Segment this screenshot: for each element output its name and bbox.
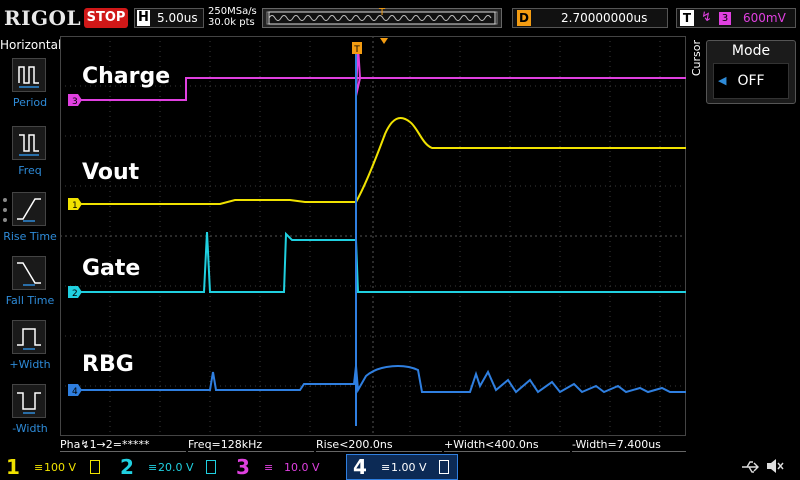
- trigger-source: 3: [719, 12, 731, 25]
- label-rbg: RBG: [82, 352, 134, 377]
- measurement-plus-width[interactable]: +Width<400.0ns: [444, 438, 570, 452]
- sample-rate: 250MSa/s: [208, 6, 257, 17]
- run-stop-button[interactable]: STOP: [84, 8, 128, 28]
- label-vout: Vout: [82, 160, 140, 185]
- measurement-phase[interactable]: Pha↯1→2=*****: [60, 438, 186, 452]
- menu-item-freq-label: Freq: [18, 164, 42, 177]
- label-charge: Charge: [82, 64, 171, 89]
- channel-2-bw-icon: [206, 460, 216, 474]
- menu-item-fall-time[interactable]: Fall Time: [0, 254, 60, 316]
- svg-text:4: 4: [72, 387, 78, 397]
- graticule-center: [60, 36, 686, 436]
- menu-item-plus-width-label: +Width: [9, 358, 51, 371]
- menu-item-minus-width-label: -Width: [12, 422, 48, 435]
- trace-ch4-rbg: [74, 365, 686, 394]
- trace-ch1-vout: [74, 117, 686, 205]
- measurement-freq[interactable]: Freq=128kHz: [188, 438, 314, 452]
- menu-item-minus-width[interactable]: -Width: [0, 382, 60, 444]
- svg-text:1: 1: [72, 201, 78, 211]
- acquisition-info: 250MSa/s 30.0k pts: [208, 6, 257, 28]
- rise-time-icon: [12, 192, 46, 226]
- cursor-mode-title: Mode: [731, 43, 771, 59]
- minus-width-icon: [12, 384, 46, 418]
- fall-time-icon: [12, 256, 46, 290]
- channel-1-box[interactable]: 1 ≡ 100 V: [0, 454, 112, 480]
- cursor-mode-box[interactable]: Mode ◀ OFF: [706, 40, 796, 104]
- menu-item-period[interactable]: Period: [0, 56, 60, 118]
- speaker-mute-icon[interactable]: [764, 456, 784, 476]
- cursor-mode-value[interactable]: ◀ OFF: [713, 63, 789, 99]
- menu-item-freq[interactable]: Freq: [0, 124, 60, 186]
- trace-ch2-gate: [74, 231, 686, 293]
- channel-2-coupling-icon: ≡: [148, 461, 158, 474]
- delay-value: 2.70000000us: [561, 11, 648, 25]
- svg-text:2: 2: [72, 289, 78, 299]
- ch2-marker[interactable]: 2: [68, 286, 82, 299]
- menu-item-fall-time-label: Fall Time: [5, 294, 55, 307]
- channel-3-number: 3: [236, 455, 250, 479]
- menu-page-dots: [2, 196, 8, 224]
- cursor-side-label: Cursor: [690, 40, 703, 77]
- channel-1-number: 1: [6, 455, 20, 479]
- trigger-position-arrow-icon: [380, 38, 388, 44]
- freq-icon: [12, 126, 46, 160]
- channel-1-coupling-icon: ≡: [34, 461, 44, 474]
- menu-item-period-label: Period: [12, 96, 48, 109]
- delay-box[interactable]: D 2.70000000us: [512, 8, 668, 28]
- period-icon: [12, 58, 46, 92]
- measurement-rise[interactable]: Rise<200.0ns: [316, 438, 442, 452]
- chevron-left-icon: ◀: [718, 74, 727, 87]
- brand-logo: RIGOL: [4, 6, 82, 30]
- ch3-marker[interactable]: 3: [68, 94, 82, 107]
- svg-text:3: 3: [72, 97, 78, 107]
- channel-1-scale: 100 V: [44, 461, 77, 474]
- menu-item-rise-time[interactable]: Rise Time: [0, 190, 60, 252]
- menu-item-rise-time-label: Rise Time: [3, 230, 57, 243]
- channel-4-number: 4: [353, 455, 367, 479]
- delay-label: D: [517, 10, 531, 26]
- memory-overview-bar[interactable]: T: [262, 7, 502, 28]
- channel-3-scale: 10.0 V: [284, 461, 320, 474]
- channel-3-box[interactable]: 3 ≡ 10.0 V: [230, 454, 342, 480]
- trigger-level: 600mV: [743, 11, 786, 25]
- channel-4-coupling-icon: ≡: [381, 461, 391, 474]
- trigger-marker-text: T: [353, 45, 360, 55]
- menu-item-plus-width[interactable]: +Width: [0, 318, 60, 380]
- label-gate: Gate: [82, 256, 141, 281]
- channel-2-scale: 20.0 V: [158, 461, 194, 474]
- trigger-label: T: [680, 10, 694, 26]
- plus-width-icon: [12, 320, 46, 354]
- channel-2-box[interactable]: 2 ≡ 20.0 V: [114, 454, 226, 480]
- trigger-box[interactable]: T ↯ 3 600mV: [676, 8, 796, 28]
- channel-4-bw-icon: [439, 460, 449, 474]
- channel-1-bw-icon: [90, 460, 100, 474]
- channel-3-coupling-icon: ≡: [264, 461, 274, 474]
- channel-2-number: 2: [120, 455, 134, 479]
- rising-edge-icon: ↯: [701, 10, 712, 25]
- ch4-marker[interactable]: 4: [68, 384, 82, 397]
- trigger-position-marker-icon: T: [379, 7, 386, 18]
- horizontal-label: H: [137, 10, 150, 26]
- timebase-box[interactable]: H 5.00us: [134, 8, 204, 28]
- waveform-display[interactable]: T 3 1 2 4: [60, 36, 686, 436]
- timebase-value: 5.00us: [157, 11, 198, 25]
- channel-4-box[interactable]: 4 ≡ 1.00 V: [346, 454, 458, 480]
- channel-4-scale: 1.00 V: [391, 461, 427, 474]
- memory-depth: 30.0k pts: [208, 17, 255, 28]
- usb-icon: [740, 458, 760, 476]
- menu-title: Horizontal: [0, 38, 62, 52]
- ch1-marker[interactable]: 1: [68, 198, 82, 211]
- measurement-minus-width[interactable]: -Width=7.400us: [572, 438, 686, 452]
